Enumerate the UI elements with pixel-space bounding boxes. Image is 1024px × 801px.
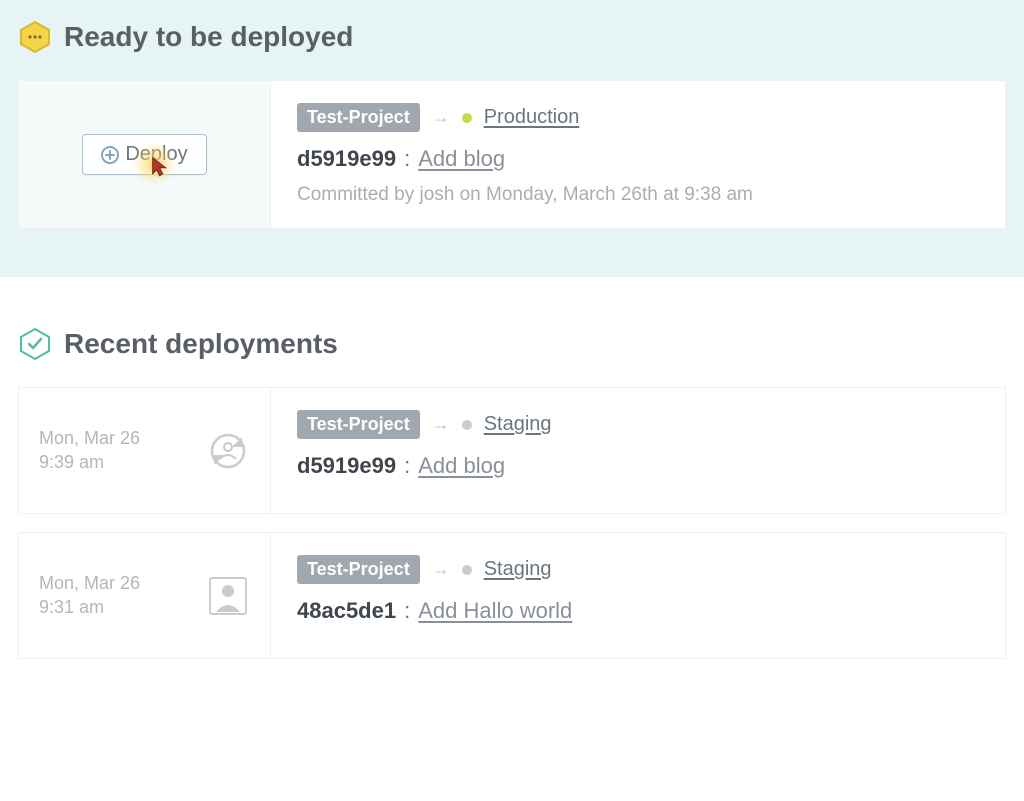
project-badge[interactable]: Test-Project <box>297 103 420 132</box>
ready-section: Ready to be deployed Deploy Test-Project… <box>0 0 1024 277</box>
colon: : <box>404 598 410 624</box>
project-badge[interactable]: Test-Project <box>297 555 420 584</box>
arrow-right-icon: → <box>432 414 450 435</box>
recent-card-body: Test-Project → Staging d5919e99: Add blo… <box>271 388 1005 513</box>
recent-card-left: Mon, Mar 26 9:31 am <box>19 533 271 658</box>
anon-avatar-icon <box>206 574 250 618</box>
project-badge[interactable]: Test-Project <box>297 410 420 439</box>
commit-hash: d5919e99 <box>297 453 396 479</box>
arrow-right-icon: → <box>432 559 450 580</box>
ready-card-left: Deploy <box>19 81 271 228</box>
env-status-dot-icon <box>462 113 472 123</box>
commit-row: 48ac5de1: Add Hallo world <box>297 598 979 624</box>
env-status-dot-icon <box>462 565 472 575</box>
deploy-timestamp: Mon, Mar 26 9:39 am <box>39 427 140 474</box>
deploy-button-label: Deploy <box>125 143 187 166</box>
recent-card-body: Test-Project → Staging 48ac5de1: Add Hal… <box>271 533 1005 658</box>
environment-link[interactable]: Staging <box>484 413 552 436</box>
deploy-timestamp: Mon, Mar 26 9:31 am <box>39 572 140 619</box>
project-env-row: Test-Project → Staging <box>297 555 979 584</box>
commit-row: d5919e99: Add blog <box>297 146 979 172</box>
commit-hash: 48ac5de1 <box>297 598 396 624</box>
recent-card-left: Mon, Mar 26 9:39 am <box>19 388 271 513</box>
arrow-right-icon: → <box>432 107 450 128</box>
ready-card-body: Test-Project → Production d5919e99: Add … <box>271 81 1005 228</box>
plus-circle-icon <box>101 146 119 164</box>
colon: : <box>404 146 410 172</box>
commit-meta: Committed by josh on Monday, March 26th … <box>297 184 979 206</box>
commit-message-link[interactable]: Add Hallo world <box>418 598 572 624</box>
commit-message-link[interactable]: Add blog <box>418 146 505 172</box>
commit-message-link[interactable]: Add blog <box>418 453 505 479</box>
recent-header: Recent deployments <box>18 327 1006 361</box>
refresh-avatar-icon <box>206 429 250 473</box>
colon: : <box>404 453 410 479</box>
environment-link[interactable]: Staging <box>484 558 552 581</box>
date-line: Mon, Mar 26 <box>39 427 140 450</box>
environment-link[interactable]: Production <box>484 106 580 129</box>
project-env-row: Test-Project → Production <box>297 103 979 132</box>
time-line: 9:31 am <box>39 596 140 619</box>
date-line: Mon, Mar 26 <box>39 572 140 595</box>
success-hexagon-icon <box>18 327 52 361</box>
deploy-button[interactable]: Deploy <box>82 134 206 175</box>
ready-header: Ready to be deployed <box>18 20 1006 54</box>
recent-card: Mon, Mar 26 9:31 am Test-Project → Stagi… <box>18 532 1006 659</box>
ready-card: Deploy Test-Project → Production d5919e9… <box>18 80 1006 229</box>
env-status-dot-icon <box>462 420 472 430</box>
commit-row: d5919e99: Add blog <box>297 453 979 479</box>
pending-hexagon-icon <box>18 20 52 54</box>
recent-section: Recent deployments Mon, Mar 26 9:39 am T… <box>0 277 1024 697</box>
recent-title: Recent deployments <box>64 328 338 360</box>
project-env-row: Test-Project → Staging <box>297 410 979 439</box>
ready-title: Ready to be deployed <box>64 21 353 53</box>
recent-card: Mon, Mar 26 9:39 am Test-Project → Stagi… <box>18 387 1006 514</box>
time-line: 9:39 am <box>39 451 140 474</box>
commit-hash: d5919e99 <box>297 146 396 172</box>
